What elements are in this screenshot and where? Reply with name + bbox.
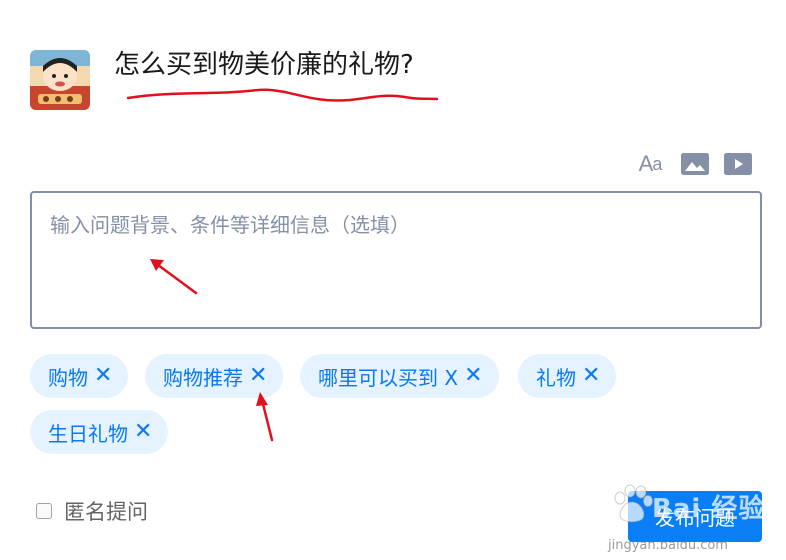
- annotation-underline: [126, 88, 439, 102]
- tag-item[interactable]: 购物 ✕: [30, 354, 129, 398]
- tag-label: 购物推荐: [163, 365, 243, 390]
- close-icon[interactable]: ✕: [249, 365, 267, 387]
- editor-toolbar: Aa: [634, 149, 756, 179]
- close-icon[interactable]: ✕: [134, 421, 152, 443]
- font-size-icon-label: A: [638, 151, 654, 176]
- anonymous-label: 匿名提问: [64, 500, 148, 524]
- publish-question-button[interactable]: 发布问题: [628, 491, 762, 542]
- tag-label: 哪里可以买到 X: [318, 365, 459, 390]
- anonymous-question-toggle[interactable]: 匿名提问: [36, 496, 148, 526]
- close-icon[interactable]: ✕: [582, 365, 600, 387]
- video-icon[interactable]: [724, 153, 752, 175]
- image-icon[interactable]: [681, 153, 709, 175]
- tag-item[interactable]: 生日礼物 ✕: [30, 410, 169, 454]
- close-icon[interactable]: ✕: [464, 365, 482, 387]
- font-size-icon[interactable]: Aa: [634, 151, 666, 177]
- close-icon[interactable]: ✕: [94, 365, 112, 387]
- anonymous-checkbox[interactable]: [36, 503, 52, 519]
- tag-item[interactable]: 购物推荐 ✕: [145, 354, 284, 398]
- tag-item[interactable]: 礼物 ✕: [518, 354, 617, 398]
- tag-item[interactable]: 哪里可以买到 X ✕: [300, 354, 499, 398]
- tag-label: 购物: [48, 365, 88, 390]
- question-detail-input[interactable]: 输入问题背景、条件等详细信息（选填）: [30, 191, 762, 329]
- tag-label: 礼物: [536, 365, 576, 390]
- question-title: 怎么买到物美价廉的礼物?: [114, 50, 414, 80]
- font-size-icon-label-small: a: [652, 153, 662, 174]
- tag-label: 生日礼物: [48, 421, 128, 446]
- question-detail-placeholder: 输入问题背景、条件等详细信息（选填）: [50, 213, 410, 237]
- avatar: [30, 50, 90, 110]
